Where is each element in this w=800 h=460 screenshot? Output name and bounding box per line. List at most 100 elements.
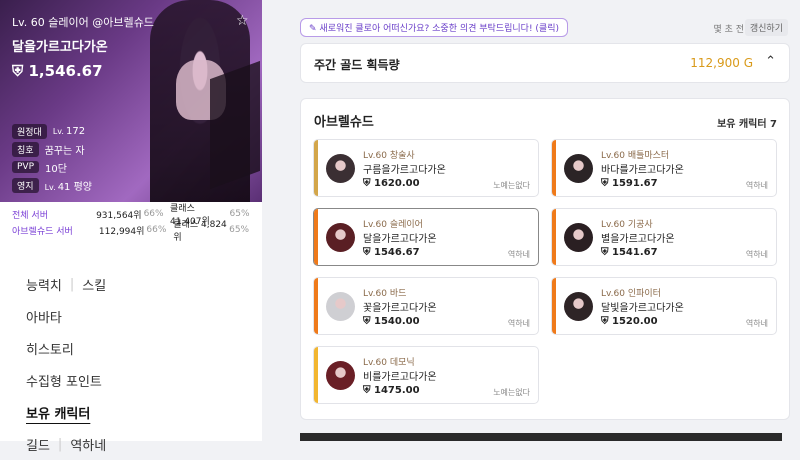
character-power: ⛨ 1520.00 xyxy=(601,316,658,327)
card-accent-bar xyxy=(552,209,556,265)
character-class: Lv.60 바드 xyxy=(363,289,407,299)
character-name: 별을가르고다가온 xyxy=(601,234,675,245)
stat-key: 원정대 xyxy=(12,123,47,139)
menu-divider: | xyxy=(69,276,75,292)
power-value: 1475.00 xyxy=(373,385,420,396)
stat-value: 10단 xyxy=(45,163,67,175)
rank-table: 전체 서버 931,564위 66% 클래스 41,407위 65% 아브렐슈드… xyxy=(0,204,262,243)
power-icon: ⛨ xyxy=(363,247,371,258)
menu-item-avatar[interactable]: 아바타 xyxy=(26,300,106,332)
guild-name: 역하네 xyxy=(745,250,768,259)
profile-sidebar: Lv. 60 슬레이어 @아브렐슈드 달을가르고다가온 ⛨ 1,546.67 ☆… xyxy=(0,0,262,454)
server-name: 아브렐슈드 xyxy=(314,115,374,130)
character-name: 비를가르고다가온 xyxy=(363,372,437,383)
character-avatar xyxy=(326,361,355,390)
class-rank-pct: 65% xyxy=(229,225,250,235)
ad-banner[interactable] xyxy=(300,433,782,441)
character-class: Lv.60 데모닉 xyxy=(363,358,415,368)
rank-server: 아브렐슈드 서버 xyxy=(12,226,73,237)
character-power: ⛨ 1591.67 xyxy=(601,178,658,189)
stat-key: PVP xyxy=(12,161,40,173)
character-avatar xyxy=(326,154,355,183)
character-card[interactable]: Lv.60 인파이터달빛을가르고다가온 ⛨ 1520.00 역하네 xyxy=(551,277,777,335)
character-avatar xyxy=(326,223,355,252)
character-portrait-wing xyxy=(210,60,260,190)
character-count: 보유 캐릭터 7 xyxy=(717,119,777,130)
character-power: ⛨ 1541.67 xyxy=(601,247,658,258)
chevron-up-icon[interactable]: ⌃ xyxy=(765,54,776,69)
card-accent-bar xyxy=(314,278,318,334)
power-value: 1541.67 xyxy=(611,247,658,258)
character-name: 달을가르고다가온 xyxy=(12,40,108,55)
rank-row: 아브렐슈드 서버 112,994위 66% 클래스 4,824위 65% xyxy=(12,220,250,243)
character-card[interactable]: Lv.60 슬레이어달을가르고다가온 ⛨ 1546.67 역하네 xyxy=(313,208,539,266)
gold-label: 주간 골드 획득량 xyxy=(314,58,400,72)
menu-item-history[interactable]: 히스토리 xyxy=(26,332,106,364)
stat-value: 41 평양 xyxy=(57,181,92,193)
power-value: 1540.00 xyxy=(373,316,420,327)
character-card[interactable]: Lv.60 배틀마스터 바다를가르고다가온 ⛨ 1591.67 역하네 xyxy=(551,139,777,197)
menu-row-guild: 길드 | 역하네 xyxy=(26,428,106,460)
guild-name: 역하네 xyxy=(507,250,530,259)
character-name: 구름을가르고다가온 xyxy=(363,165,446,176)
refresh-button[interactable]: 갱신하기 xyxy=(744,19,788,36)
power-icon: ⛨ xyxy=(601,247,609,258)
stat-row: 칭호 꿈꾸는 자 xyxy=(12,140,92,158)
character-power: ⛨ 1620.00 xyxy=(363,178,420,189)
character-name: 달을가르고다가온 xyxy=(363,234,437,245)
menu-item-collect[interactable]: 수집형 포인트 xyxy=(26,364,106,396)
menu-item-skill[interactable]: 스킬 xyxy=(82,275,106,294)
feedback-banner[interactable]: ✎ 새로워진 클로아 어떠신가요? 소중한 의견 부탁드립니다! (클릭) xyxy=(300,18,568,37)
character-class: Lv.60 슬레이어 xyxy=(363,220,423,230)
character-card[interactable]: Lv.60 바드꽃을가르고다가온 ⛨ 1540.00 역하네 xyxy=(313,277,539,335)
guild-name: 역하네 xyxy=(745,319,768,328)
power-value: 1,546.67 xyxy=(28,62,103,80)
stat-row: PVP 10단 xyxy=(12,158,92,176)
weekly-gold-panel[interactable]: 주간 골드 획득량 112,900 G ⌃ xyxy=(300,43,790,83)
card-accent-bar xyxy=(552,140,556,196)
power-icon: ⛨ xyxy=(363,316,371,327)
owned-characters-panel: 아브렐슈드 보유 캐릭터 7 Lv.60 창술사 구름을가르고다가온 ⛨ 1620.… xyxy=(300,98,790,420)
power-value: 1520.00 xyxy=(611,316,658,327)
character-card[interactable]: Lv.60 창술사 구름을가르고다가온 ⛨ 1620.00 노예는없다 xyxy=(313,139,539,197)
character-avatar xyxy=(564,292,593,321)
rank-pct: 66% xyxy=(146,225,167,235)
feedback-text: 새로워진 클로아 어떠신가요? 소중한 의견 부탁드립니다! (클릭) xyxy=(319,24,559,34)
character-hero: Lv. 60 슬레이어 @아브렐슈드 달을가르고다가온 ⛨ 1,546.67 ☆… xyxy=(0,0,262,202)
guild-name[interactable]: 역하네 xyxy=(70,435,106,454)
character-name: 꽃을가르고다가온 xyxy=(363,303,437,314)
character-power: ⛨ 1475.00 xyxy=(363,385,420,396)
favorite-star-icon[interactable]: ☆ xyxy=(236,13,249,29)
character-avatar xyxy=(564,154,593,183)
menu-item-guild[interactable]: 길드 xyxy=(26,435,50,454)
power-icon: ⛨ xyxy=(601,316,609,327)
rank-server: 전체 서버 xyxy=(12,210,48,221)
menu-item-owned-characters[interactable]: 보유 캐릭터 xyxy=(26,396,106,428)
stat-value: 172 xyxy=(65,125,86,137)
rank-pct: 66% xyxy=(143,209,164,219)
character-avatar xyxy=(326,292,355,321)
guild-name: 역하네 xyxy=(745,181,768,190)
character-power: ⛨ 1540.00 xyxy=(363,316,420,327)
character-title: Lv. 60 슬레이어 @아브렐슈드 xyxy=(12,16,154,29)
stat-lv: Lv. xyxy=(52,126,64,136)
character-class: Lv.60 인파이터 xyxy=(601,289,661,299)
guild-name: 역하네 xyxy=(507,319,530,328)
character-name: 달빛을가르고다가온 xyxy=(601,303,684,314)
stat-key: 칭호 xyxy=(12,141,39,157)
stat-row: 영지 Lv. 41 평양 xyxy=(12,176,92,194)
power-value: 1546.67 xyxy=(373,247,420,258)
card-accent-bar xyxy=(314,140,318,196)
character-power: ⛨ 1,546.67 xyxy=(12,62,103,80)
card-accent-bar xyxy=(314,209,318,265)
card-accent-bar xyxy=(552,278,556,334)
guild-name: 노예는없다 xyxy=(493,181,530,190)
character-card[interactable]: Lv.60 데모닉 비를가르고다가온 ⛨ 1475.00 노예는없다 xyxy=(313,346,539,404)
power-icon: ⛨ xyxy=(363,178,371,189)
menu-row-stat-skill: 능력치 | 스킬 xyxy=(26,268,106,300)
character-card[interactable]: Lv.60 기공사별을가르고다가온 ⛨ 1541.67 역하네 xyxy=(551,208,777,266)
stat-key: 영지 xyxy=(12,177,39,193)
character-class: Lv.60 기공사 xyxy=(601,220,653,230)
profile-menu: 능력치 | 스킬 아바타 히스토리 수집형 포인트 보유 캐릭터 길드 | 역하네 xyxy=(26,268,106,460)
menu-item-stat[interactable]: 능력치 xyxy=(26,275,62,294)
